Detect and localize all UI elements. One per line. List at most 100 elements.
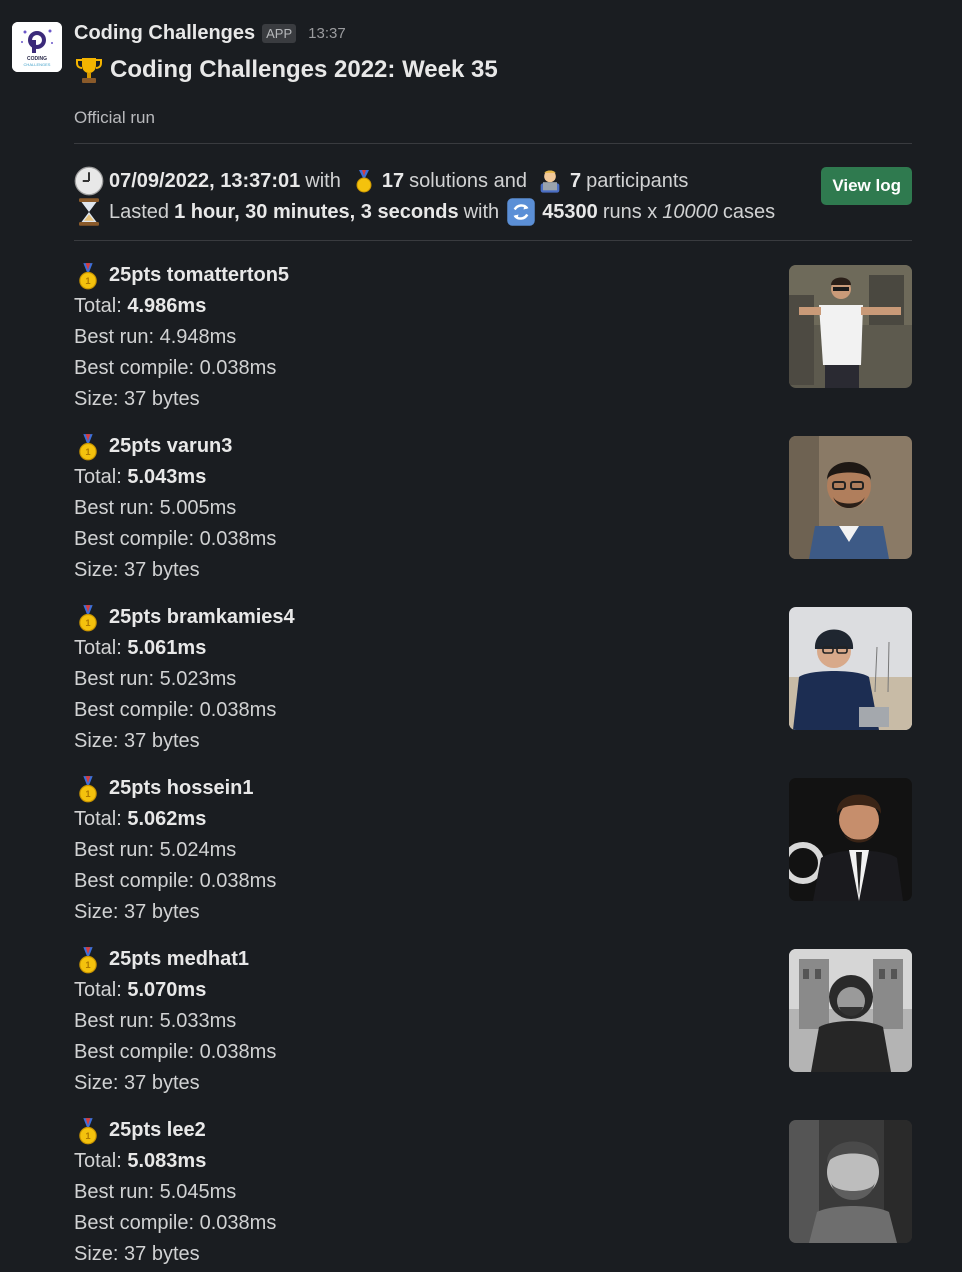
entry-heading: 1 25pts lee2 [74,1115,914,1146]
gold-medal-icon: 1 [79,604,97,631]
entry-best-run: Best run: 5.033ms [74,1010,237,1032]
total-label: Total: [74,295,122,317]
participants-label: participants [586,169,689,192]
entry-best-run: Best run: 5.024ms [74,839,237,861]
participant-photo[interactable] [789,265,912,388]
total-value: 5.061ms [127,637,207,659]
participants-count: 7 [569,169,582,192]
message-title: Coding Challenges 2022: Week 35 [74,54,914,86]
entry-best-run: Best run: 5.023ms [74,668,237,690]
svg-text:1: 1 [85,276,90,286]
app-badge: APP [262,23,297,43]
entry-name: 25pts varun3 [109,435,233,457]
total-value: 4.986ms [127,295,207,317]
gold-medal-icon: 1 [79,1117,97,1144]
gold-medal-icon: 1 [79,946,97,973]
result-entry: 1 25pts tomatterton5 Total: 4.986ms Best… [74,260,914,431]
participant-photo[interactable] [789,436,912,559]
total-value: 5.070ms [127,979,207,1001]
entry-size: Size: 37 bytes [74,1072,200,1094]
message-header: Coding Challenges APP 13:37 [74,16,914,50]
entry-name: 25pts medhat1 [109,948,250,970]
svg-text:CHALLENGES: CHALLENGES [24,62,51,67]
title: Coding Challenges 2022: Week 35 [110,56,498,83]
gold-medal-icon: 1 [79,262,97,289]
coding-challenges-logo: CODING CHALLENGES [12,22,62,72]
result-entry: 1 25pts varun3 Total: 5.043ms Best run: … [74,431,914,602]
svg-text:1: 1 [85,789,90,799]
app-avatar[interactable]: CODING CHALLENGES [12,22,62,72]
svg-text:1: 1 [85,618,90,628]
entry-name: 25pts tomatterton5 [109,264,290,286]
results-list: 1 25pts tomatterton5 Total: 4.986ms Best… [74,260,914,1272]
trophy-icon [76,58,102,83]
entry-best-compile: Best compile: 0.038ms [74,528,277,550]
solutions-count: 17 [381,169,405,192]
entry-total: Total: 5.061ms [74,633,914,664]
divider [74,240,912,241]
total-label: Total: [74,1150,122,1172]
clock-icon [74,166,104,196]
total-label: Total: [74,637,122,659]
total-label: Total: [74,466,122,488]
participant-photo[interactable] [789,607,912,730]
run-date: 07/09/2022, 13:37:01 [109,169,301,192]
subtitle: Official run [74,108,155,127]
technologist-icon [540,170,560,193]
entry-total: Total: 4.986ms [74,291,914,322]
lasted-label: Lasted [109,200,170,223]
entry-best-compile: Best compile: 0.038ms [74,1212,277,1234]
entry-total: Total: 5.083ms [74,1146,914,1177]
entry-best-run: Best run: 4.948ms [74,326,237,348]
svg-text:1: 1 [85,1131,90,1141]
entry-name: 25pts bramkamies4 [109,606,295,628]
entry-heading: 1 25pts varun3 [74,431,914,462]
total-label: Total: [74,979,122,1001]
cases-label: cases [722,200,776,223]
entry-heading: 1 25pts hossein1 [74,773,914,804]
message-content: Coding Challenges APP 13:37 Coding Chall… [74,16,914,1272]
total-value: 5.083ms [127,1150,207,1172]
participant-photo[interactable] [789,778,912,901]
entry-best-compile: Best compile: 0.038ms [74,1041,277,1063]
app-name[interactable]: Coding Challenges [74,22,255,45]
entry-total: Total: 5.062ms [74,804,914,835]
total-value: 5.043ms [127,466,207,488]
runs-count: 45300 [542,200,598,223]
summary-line-1: 07/09/2022, 13:37:01 with 17 solutions a… [74,166,693,196]
gold-medal-icon: 1 [79,775,97,802]
total-label: Total: [74,808,122,830]
entry-best-run: Best run: 5.005ms [74,497,237,519]
summary-line-2: Lasted 1 hour, 30 minutes, 3 seconds wit… [74,197,780,227]
entry-size: Size: 37 bytes [74,901,200,923]
entry-size: Size: 37 bytes [74,388,200,410]
gold-medal-icon: 1 [79,433,97,460]
medal-icon [356,170,372,193]
entry-size: Size: 37 bytes [74,730,200,752]
result-entry: 1 25pts medhat1 Total: 5.070ms Best run:… [74,944,914,1115]
runs-label: runs x [602,200,658,223]
participant-photo[interactable] [789,1120,912,1243]
result-entry: 1 25pts bramkamies4 Total: 5.061ms Best … [74,602,914,773]
entry-best-compile: Best compile: 0.038ms [74,699,277,721]
run-duration: 1 hour, 30 minutes, 3 seconds [174,200,459,223]
solutions-label: solutions and [409,169,527,192]
with-text-2: with [463,200,500,223]
view-log-button[interactable]: View log [821,167,912,205]
entry-best-compile: Best compile: 0.038ms [74,357,277,379]
participant-photo[interactable] [789,949,912,1072]
with-text: with [305,169,341,192]
cases-count: 10000 [662,200,718,223]
result-entry: 1 25pts lee2 Total: 5.083ms Best run: 5.… [74,1115,914,1272]
entry-heading: 1 25pts bramkamies4 [74,602,914,633]
entry-total: Total: 5.070ms [74,975,914,1006]
total-value: 5.062ms [127,808,207,830]
hourglass-icon [79,198,99,226]
entry-name: 25pts lee2 [109,1119,206,1141]
timestamp[interactable]: 13:37 [308,25,346,42]
svg-text:1: 1 [85,960,90,970]
entry-size: Size: 37 bytes [74,1243,200,1265]
entry-total: Total: 5.043ms [74,462,914,493]
entry-name: 25pts hossein1 [109,777,254,799]
svg-text:1: 1 [85,447,90,457]
